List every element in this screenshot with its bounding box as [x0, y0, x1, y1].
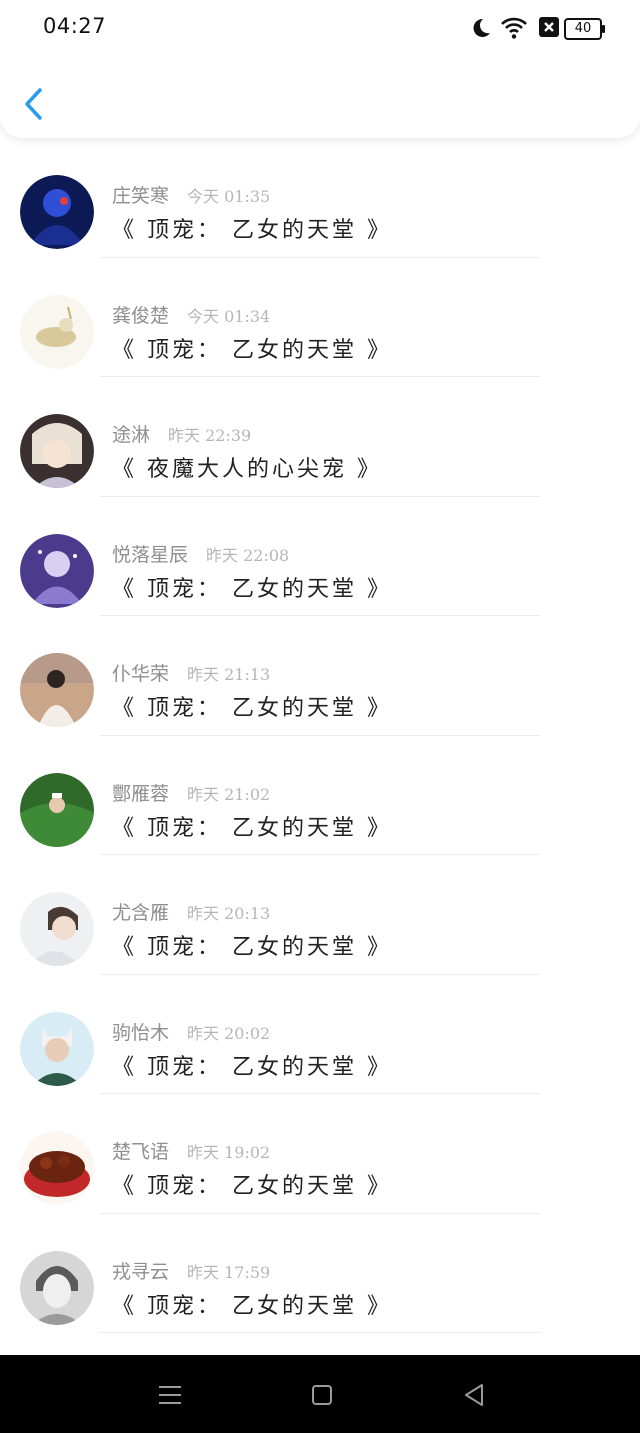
- list-item[interactable]: 戎寻云 昨天 17:59 《 顶宠： 乙女的天堂 》: [0, 1214, 640, 1333]
- message-time: 昨天 20:02: [187, 1023, 271, 1043]
- sender-name: 尤含雁: [112, 902, 170, 924]
- book-title: 《 顶宠： 乙女的天堂 》: [112, 1293, 392, 1319]
- list-item[interactable]: 龚俊楚 今天 01:34 《 顶宠： 乙女的天堂 》: [0, 258, 640, 377]
- sender-name: 仆华荣: [112, 663, 170, 685]
- avatar: [20, 1011, 94, 1086]
- list-item[interactable]: 仆华荣 昨天 21:13 《 顶宠： 乙女的天堂 》: [0, 616, 640, 736]
- list-item[interactable]: 庄笑寒 今天 01:35 《 顶宠： 乙女的天堂 》: [0, 138, 640, 258]
- list-item[interactable]: 楚飞语 昨天 19:02 《 顶宠： 乙女的天堂 》: [0, 1094, 640, 1214]
- status-time: 04:27: [43, 14, 107, 38]
- avatar: [20, 772, 94, 847]
- back-triangle-icon[interactable]: [456, 1377, 492, 1413]
- book-title: 《 顶宠： 乙女的天堂 》: [112, 935, 392, 960]
- battery-icon: 40: [564, 18, 605, 40]
- menu-icon[interactable]: [152, 1377, 188, 1413]
- navigation-bar: [0, 1355, 640, 1433]
- message-time: 今天 01:34: [187, 306, 271, 326]
- avatar: [20, 175, 94, 249]
- message-list: 庄笑寒 今天 01:35 《 顶宠： 乙女的天堂 》 龚俊楚 今天 01:34 《 …: [0, 138, 640, 1333]
- avatar: [20, 653, 94, 727]
- sender-name: 途淋: [112, 424, 151, 446]
- avatar: [20, 294, 94, 369]
- message-time: 昨天 21:13: [187, 665, 271, 684]
- book-title: 《 顶宠： 乙女的天堂 》: [112, 696, 392, 721]
- avatar: [20, 1250, 94, 1325]
- list-item[interactable]: 悦落星辰 昨天 22:08 《 顶宠： 乙女的天堂 》: [0, 497, 640, 616]
- moon-icon: [473, 18, 490, 37]
- message-time: 今天 01:35: [187, 187, 271, 206]
- book-title: 《 顶宠： 乙女的天堂 》: [112, 218, 392, 243]
- book-title: 《 顶宠： 乙女的天堂 》: [112, 337, 392, 363]
- book-title: 《 夜魔大人的心尖宠 》: [112, 457, 382, 482]
- back-button[interactable]: [18, 84, 52, 124]
- message-time: 昨天 22:39: [168, 426, 252, 445]
- book-title: 《 顶宠： 乙女的天堂 》: [112, 1174, 392, 1199]
- avatar: [20, 533, 94, 608]
- sender-name: 酆雁蓉: [112, 782, 170, 805]
- header: 04:27 40: [0, 0, 640, 138]
- list-item[interactable]: 途淋 昨天 22:39 《 夜魔大人的心尖宠 》: [0, 377, 640, 497]
- sender-name: 龚俊楚: [112, 304, 170, 327]
- sender-name: 悦落星辰: [112, 543, 189, 566]
- home-icon[interactable]: [304, 1377, 340, 1413]
- message-time: 昨天 17:59: [187, 1262, 271, 1282]
- sender-name: 庄笑寒: [112, 185, 170, 207]
- avatar: [20, 1131, 94, 1205]
- book-title: 《 顶宠： 乙女的天堂 》: [112, 815, 392, 841]
- sender-name: 楚飞语: [112, 1141, 170, 1163]
- sender-name: 戎寻云: [112, 1260, 170, 1283]
- sender-name: 驹怡木: [112, 1021, 170, 1044]
- list-item[interactable]: 尤含雁 昨天 20:13 《 顶宠： 乙女的天堂 》: [0, 855, 640, 975]
- avatar: [20, 892, 94, 966]
- avatar: [20, 414, 94, 488]
- divider: [100, 1332, 540, 1333]
- message-time: 昨天 22:08: [206, 545, 290, 565]
- list-item[interactable]: 酆雁蓉 昨天 21:02 《 顶宠： 乙女的天堂 》: [0, 736, 640, 855]
- wifi-icon: [501, 17, 527, 39]
- message-time: 昨天 20:13: [187, 904, 271, 923]
- message-time: 昨天 19:02: [187, 1143, 271, 1162]
- book-title: 《 顶宠： 乙女的天堂 》: [112, 576, 392, 602]
- close-box-icon: [539, 17, 559, 37]
- list-item[interactable]: 驹怡木 昨天 20:02 《 顶宠： 乙女的天堂 》: [0, 975, 640, 1094]
- message-time: 昨天 21:02: [187, 784, 271, 804]
- book-title: 《 顶宠： 乙女的天堂 》: [112, 1054, 392, 1080]
